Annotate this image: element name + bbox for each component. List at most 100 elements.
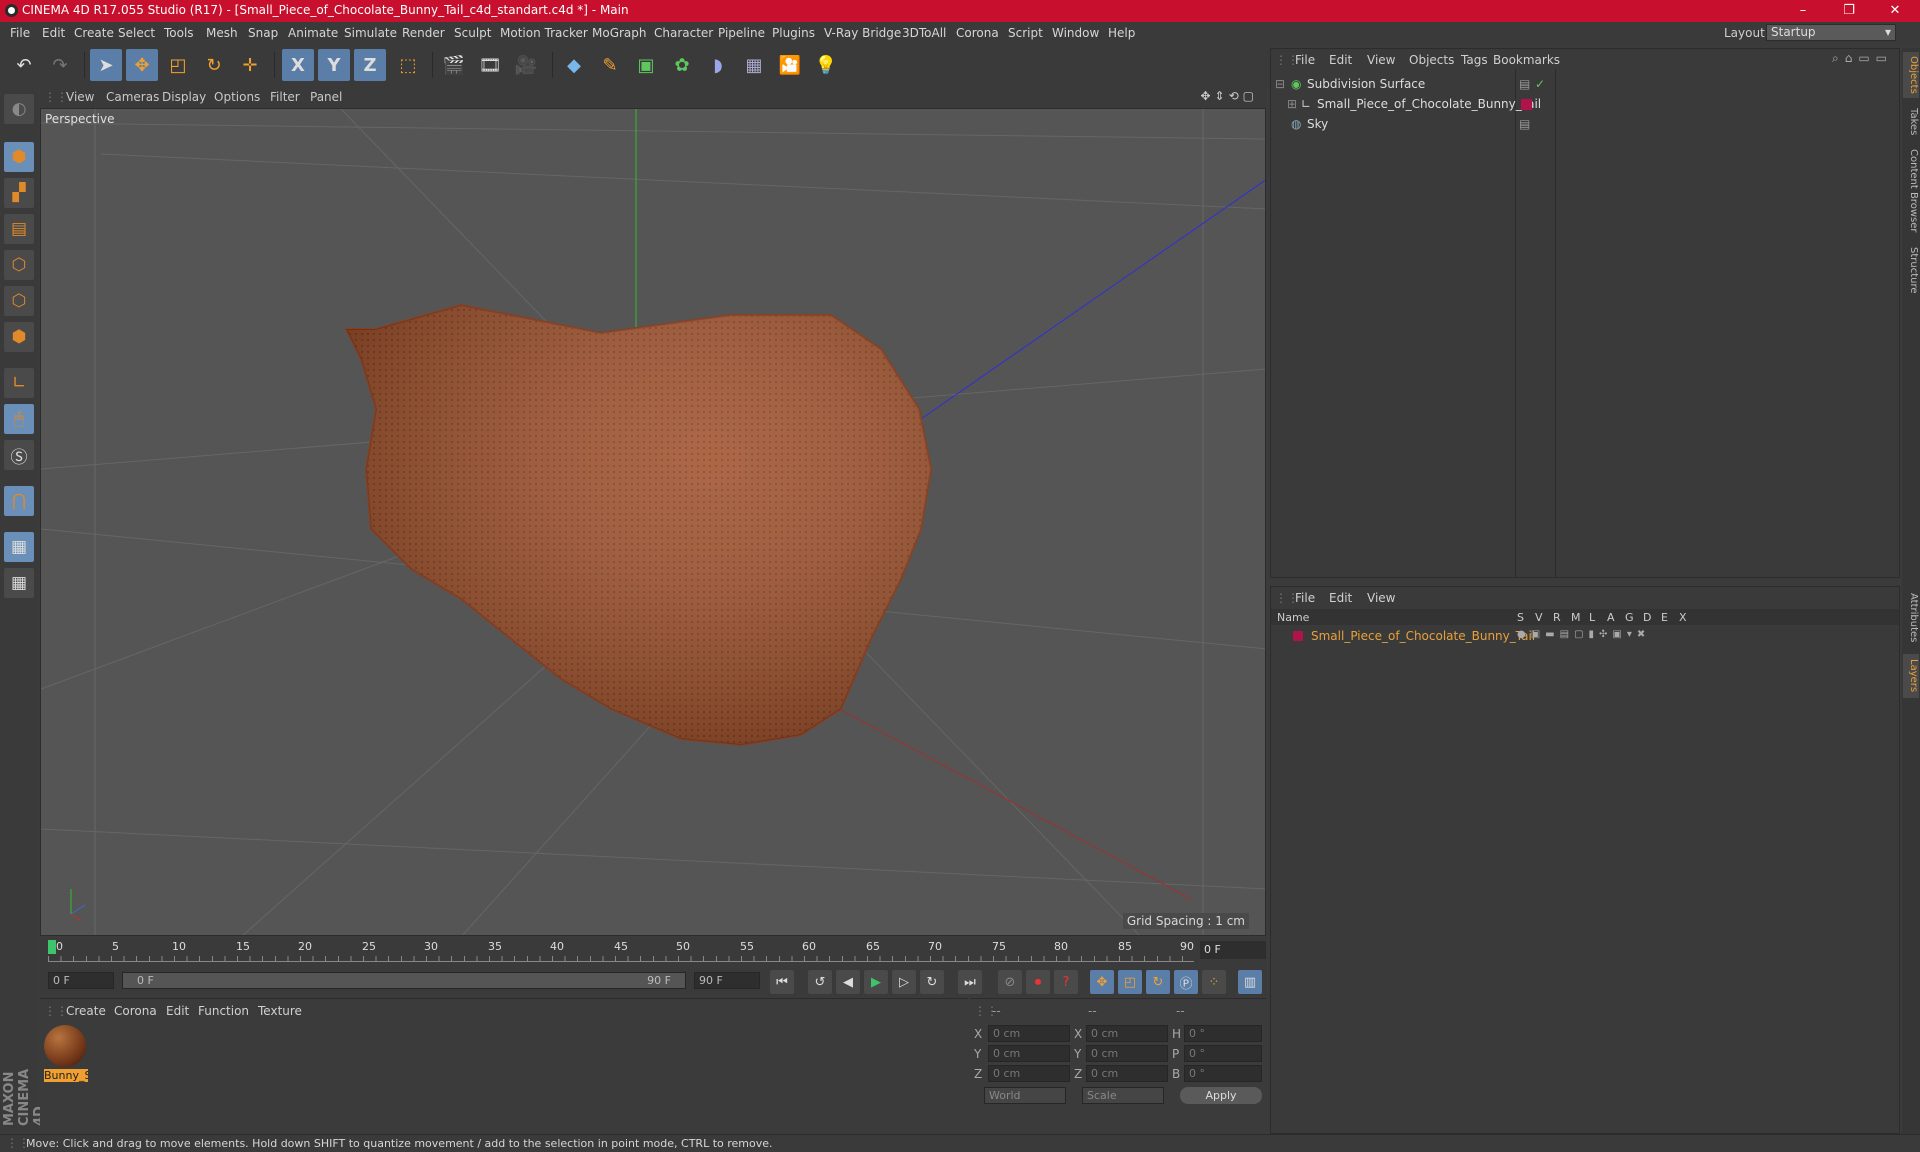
edges-mode-icon[interactable]: ⬡ bbox=[4, 286, 34, 316]
rotation-p-field[interactable]: 0 ° bbox=[1184, 1045, 1262, 1062]
move-tool-icon[interactable]: ✥ bbox=[126, 49, 158, 81]
scale-tool-icon[interactable]: ◰ bbox=[162, 49, 194, 81]
menu-help[interactable]: Help bbox=[1108, 26, 1135, 40]
enabled-check-icon[interactable]: ✓ bbox=[1535, 77, 1545, 91]
objects-toolbar-icons[interactable]: ⌕⌂▭▭ bbox=[1832, 51, 1893, 66]
menu-sculpt[interactable]: Sculpt bbox=[454, 26, 491, 40]
texture-mode-icon[interactable]: ▞ bbox=[4, 178, 34, 208]
coordinate-space-select[interactable]: World bbox=[984, 1087, 1066, 1104]
material-tag-icon[interactable] bbox=[1521, 99, 1532, 110]
menu-plugins[interactable]: Plugins bbox=[772, 26, 815, 40]
viewport-menu-display[interactable]: Display bbox=[162, 90, 206, 104]
render-settings-icon[interactable]: 🎥 bbox=[510, 49, 542, 81]
size-x-field[interactable]: 0 cm bbox=[1086, 1025, 1168, 1042]
workplane-lock-icon[interactable]: ▦ bbox=[4, 532, 34, 562]
key-rotation-icon[interactable]: ↻ bbox=[1146, 970, 1170, 994]
workplane-grid-icon[interactable]: ▦ bbox=[4, 568, 34, 598]
menu-edit[interactable]: Edit bbox=[42, 26, 65, 40]
menu-pipeline[interactable]: Pipeline bbox=[718, 26, 765, 40]
material-menu-function[interactable]: Function bbox=[198, 1004, 249, 1018]
axis-mode-icon[interactable]: ∟ bbox=[4, 368, 34, 398]
menu-create[interactable]: Create bbox=[74, 26, 114, 40]
layer-row[interactable]: Small_Piece_of_Chocolate_Bunny_Tail ●▣▬▤… bbox=[1271, 627, 1899, 645]
start-frame-field[interactable]: 0 F bbox=[48, 972, 114, 989]
material-menu-texture[interactable]: Texture bbox=[258, 1004, 302, 1018]
end-frame-field[interactable]: 90 F bbox=[694, 972, 760, 989]
workplane-mode-icon[interactable]: ▤ bbox=[4, 214, 34, 244]
rotation-h-field[interactable]: 0 ° bbox=[1184, 1025, 1262, 1042]
viewport-menu-panel[interactable]: Panel bbox=[310, 90, 342, 104]
axis-z-button[interactable]: Z bbox=[354, 49, 386, 81]
menu-character[interactable]: Character bbox=[654, 26, 713, 40]
objects-menu-tags[interactable]: Tags bbox=[1461, 53, 1488, 67]
tab-attributes[interactable]: Attributes bbox=[1903, 588, 1919, 648]
menu-mesh[interactable]: Mesh bbox=[206, 26, 238, 40]
previous-key-icon[interactable]: ↺ bbox=[808, 970, 832, 994]
close-button[interactable]: ✕ bbox=[1872, 0, 1918, 22]
mograph-cloner-icon[interactable]: ✿ bbox=[666, 49, 698, 81]
floor-icon[interactable]: ▦ bbox=[738, 49, 770, 81]
tab-takes[interactable]: Takes bbox=[1903, 104, 1919, 140]
layout-select[interactable]: Startup ▾ bbox=[1766, 24, 1896, 41]
keyframe-selection-icon[interactable]: ? bbox=[1054, 970, 1078, 994]
record-keys-icon[interactable]: ⊘ bbox=[998, 970, 1022, 994]
redo-icon[interactable]: ↷ bbox=[44, 49, 76, 81]
transform-tool-icon[interactable]: ✛ bbox=[234, 49, 266, 81]
axis-y-button[interactable]: Y bbox=[318, 49, 350, 81]
viewport-menu-options[interactable]: Options bbox=[214, 90, 260, 104]
undo-icon[interactable]: ↶ bbox=[8, 49, 40, 81]
rotate-tool-icon[interactable]: ↻ bbox=[198, 49, 230, 81]
size-y-field[interactable]: 0 cm bbox=[1086, 1045, 1168, 1062]
menu-vray-bridge[interactable]: V-Ray Bridge bbox=[824, 26, 901, 40]
tweak-mode-icon[interactable]: 🖱 bbox=[4, 404, 34, 434]
menu-script[interactable]: Script bbox=[1008, 26, 1043, 40]
polygons-mode-icon[interactable]: ⬢ bbox=[4, 322, 34, 352]
tab-layers[interactable]: Layers bbox=[1903, 654, 1919, 698]
layer-flag-icons[interactable]: ●▣▬▤▢▮✣▣▾✖ bbox=[1517, 629, 1650, 640]
make-editable-icon[interactable]: ◐ bbox=[4, 94, 34, 124]
layers-menu-file[interactable]: File bbox=[1295, 591, 1315, 605]
tab-structure[interactable]: Structure bbox=[1903, 242, 1919, 298]
layers-menu-view[interactable]: View bbox=[1367, 591, 1395, 605]
viewport-menu-view[interactable]: View bbox=[66, 90, 94, 104]
cube-object-icon[interactable]: ◆ bbox=[558, 49, 590, 81]
layer-color-swatch[interactable] bbox=[1293, 631, 1303, 641]
axis-x-button[interactable]: X bbox=[282, 49, 314, 81]
size-z-field[interactable]: 0 cm bbox=[1086, 1065, 1168, 1082]
frame-range-slider[interactable]: 0 F 90 F bbox=[122, 972, 686, 989]
material-menu-corona[interactable]: Corona bbox=[114, 1004, 157, 1018]
viewport-nav-icons[interactable]: ✥⇕⟲▢ bbox=[1200, 89, 1258, 103]
viewport-menu-filter[interactable]: Filter bbox=[270, 90, 300, 104]
position-z-field[interactable]: 0 cm bbox=[988, 1065, 1070, 1082]
current-frame-field[interactable]: 0 F bbox=[1200, 941, 1266, 959]
object-row-sky[interactable]: ◍ Sky ▤ bbox=[1271, 115, 1899, 133]
menu-render[interactable]: Render bbox=[402, 26, 445, 40]
select-tool-icon[interactable]: ➤ bbox=[90, 49, 122, 81]
maximize-button[interactable]: ❐ bbox=[1826, 0, 1872, 22]
key-pla-icon[interactable]: ⁘ bbox=[1202, 970, 1226, 994]
key-scale-icon[interactable]: ◰ bbox=[1118, 970, 1142, 994]
object-row-bunny-tail[interactable]: ⊞ ∟ Small_Piece_of_Chocolate_Bunny_Tail bbox=[1271, 95, 1899, 113]
next-key-icon[interactable]: ↻ bbox=[920, 970, 944, 994]
menu-window[interactable]: Window bbox=[1052, 26, 1099, 40]
render-picture-viewer-icon[interactable]: 🎞 bbox=[474, 49, 506, 81]
objects-menu-file[interactable]: File bbox=[1295, 53, 1315, 67]
perspective-viewport[interactable]: Perspective Grid Spacing : 1 cm bbox=[40, 108, 1266, 936]
menu-snap[interactable]: Snap bbox=[248, 26, 278, 40]
play-icon[interactable]: ▶ bbox=[864, 970, 888, 994]
visibility-toggle[interactable]: ▤ bbox=[1519, 117, 1530, 131]
previous-frame-icon[interactable]: ◀ bbox=[836, 970, 860, 994]
coordinate-system-icon[interactable]: ⬚ bbox=[392, 49, 424, 81]
object-row-subdivision-surface[interactable]: ⊟ ◉ Subdivision Surface ▤ ✓ bbox=[1271, 75, 1899, 93]
menu-motion-tracker[interactable]: Motion Tracker bbox=[500, 26, 588, 40]
go-to-end-icon[interactable]: ⏭ bbox=[958, 970, 982, 994]
objects-menu-objects[interactable]: Objects bbox=[1409, 53, 1454, 67]
menu-select[interactable]: Select bbox=[118, 26, 155, 40]
tree-collapse-icon[interactable]: ⊟ bbox=[1275, 77, 1285, 91]
render-view-icon[interactable]: 🎬 bbox=[438, 49, 470, 81]
objects-menu-view[interactable]: View bbox=[1367, 53, 1395, 67]
apply-button[interactable]: Apply bbox=[1180, 1087, 1262, 1104]
light-icon[interactable]: 💡 bbox=[810, 49, 842, 81]
menu-tools[interactable]: Tools bbox=[164, 26, 194, 40]
pen-spline-icon[interactable]: ✎ bbox=[594, 49, 626, 81]
